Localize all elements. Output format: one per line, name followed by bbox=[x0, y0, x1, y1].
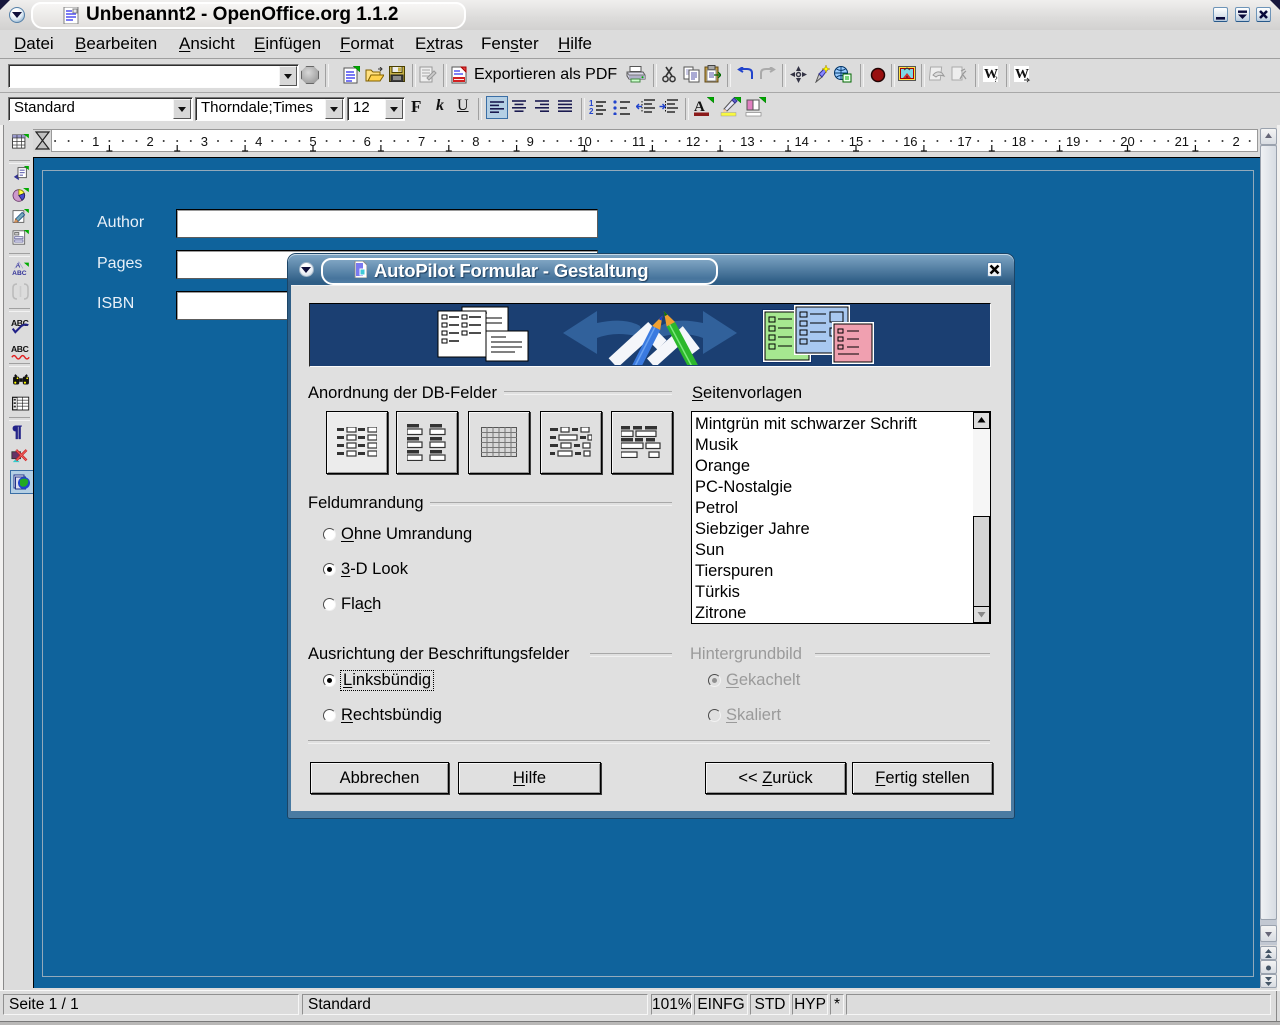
svg-text:18: 18 bbox=[1012, 134, 1026, 149]
svg-text:8: 8 bbox=[472, 134, 479, 149]
svg-text:21: 21 bbox=[1175, 134, 1189, 149]
svg-text:2: 2 bbox=[1232, 134, 1239, 149]
svg-text:13: 13 bbox=[740, 134, 754, 149]
svg-text:1: 1 bbox=[92, 134, 99, 149]
svg-text:2: 2 bbox=[589, 107, 594, 115]
svg-text:3: 3 bbox=[201, 134, 208, 149]
svg-text:16: 16 bbox=[903, 134, 917, 149]
svg-text:11: 11 bbox=[632, 134, 646, 149]
svg-text:6: 6 bbox=[364, 134, 371, 149]
svg-text:2: 2 bbox=[146, 134, 153, 149]
svg-text:17: 17 bbox=[957, 134, 971, 149]
svg-text:7: 7 bbox=[418, 134, 425, 149]
svg-text:ABC: ABC bbox=[12, 270, 27, 276]
svg-text:?: ? bbox=[994, 75, 998, 83]
svg-text:12: 12 bbox=[686, 134, 700, 149]
svg-text:9: 9 bbox=[527, 134, 534, 149]
svg-text:ABC: ABC bbox=[11, 344, 29, 354]
svg-text:19: 19 bbox=[1066, 134, 1080, 149]
svg-text:4: 4 bbox=[255, 134, 262, 149]
svg-text:14: 14 bbox=[794, 134, 808, 149]
